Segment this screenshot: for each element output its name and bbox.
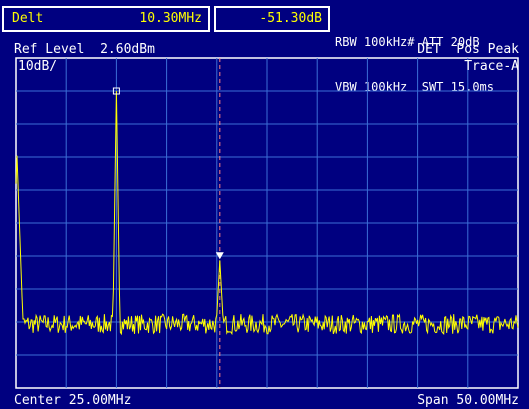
- scale-label: 10dB/: [18, 59, 58, 74]
- span: Span 50.00MHz: [417, 393, 519, 409]
- spectrum-analyzer-screen: Delt 10.30MHz -51.30dB RBW 100kHz# ATT 2…: [0, 0, 529, 409]
- center-value: 25.00MHz: [68, 393, 132, 408]
- spectrum-graph: [15, 57, 519, 389]
- center-frequency: Center 25.00MHz: [14, 393, 131, 409]
- center-label: Center: [14, 393, 61, 408]
- span-label: Span: [417, 393, 449, 408]
- span-value: 50.00MHz: [456, 393, 519, 408]
- trace-label: Trace-A: [464, 59, 519, 74]
